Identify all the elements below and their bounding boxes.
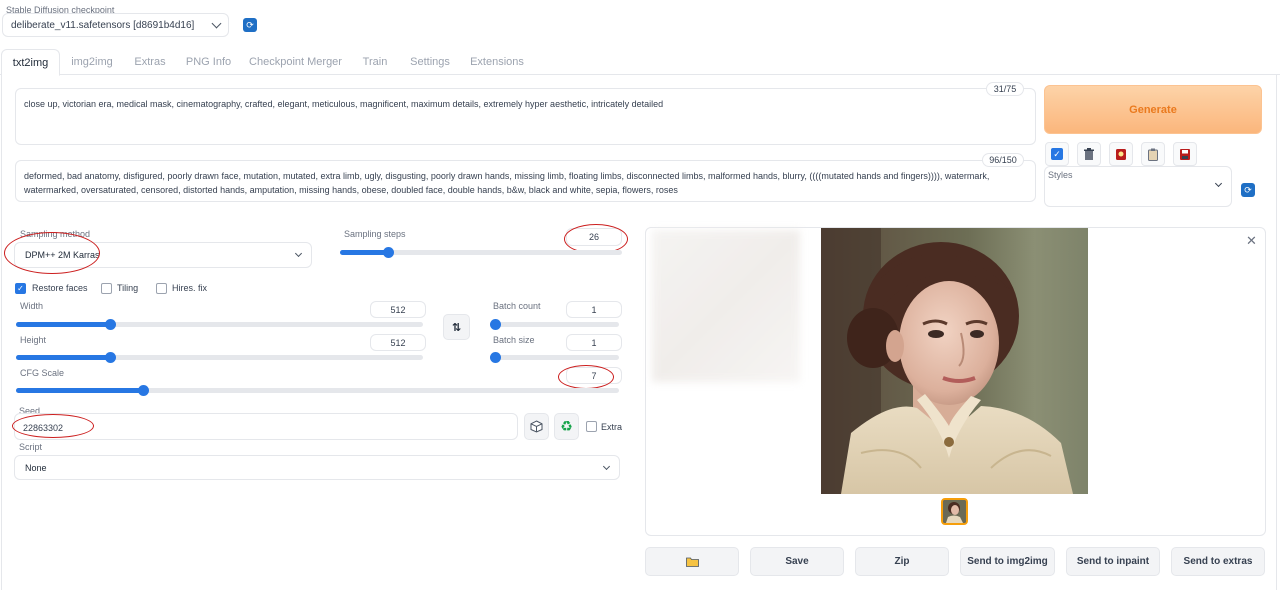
tab-checkpoint-merger[interactable]: Checkpoint Merger bbox=[243, 49, 348, 75]
generate-button[interactable]: Generate bbox=[1044, 85, 1262, 134]
batch-count-label: Batch count bbox=[493, 301, 541, 311]
clipboard-icon bbox=[1148, 148, 1158, 161]
tab-settings[interactable]: Settings bbox=[402, 49, 458, 75]
script-select[interactable]: None bbox=[14, 455, 620, 480]
batch-count-slider[interactable] bbox=[490, 319, 619, 330]
zip-button[interactable]: Zip bbox=[855, 547, 949, 576]
height-input[interactable]: 512 bbox=[370, 334, 426, 351]
height-label: Height bbox=[20, 335, 47, 345]
swap-arrows-icon: ⇅ bbox=[451, 321, 462, 334]
tool-button-extra-networks[interactable] bbox=[1109, 142, 1133, 166]
dice-icon bbox=[530, 420, 543, 433]
trash-icon bbox=[1084, 147, 1094, 160]
thumbnail-image bbox=[943, 500, 966, 523]
recycle-icon: ♻ bbox=[560, 418, 573, 434]
batch-count-slider-thumb[interactable] bbox=[490, 319, 501, 330]
refresh-icon: ⟳ bbox=[246, 19, 254, 30]
cfg-scale-slider[interactable] bbox=[16, 385, 619, 396]
reuse-seed-button[interactable]: ♻ bbox=[554, 413, 579, 440]
prompt-input[interactable]: close up, victorian era, medical mask, c… bbox=[15, 88, 1036, 145]
annotation-circle-seed bbox=[12, 414, 94, 438]
restore-faces-label: Restore faces bbox=[32, 283, 88, 293]
height-slider-fill bbox=[16, 355, 110, 360]
batch-size-slider[interactable] bbox=[490, 352, 619, 363]
tool-button-save-style[interactable] bbox=[1173, 142, 1197, 166]
negative-prompt-input[interactable]: deformed, bad anatomy, disfigured, poorl… bbox=[15, 160, 1036, 202]
extra-seed-checkbox[interactable] bbox=[586, 421, 597, 432]
sampling-steps-slider[interactable] bbox=[340, 247, 622, 258]
save-disk-icon bbox=[1180, 148, 1190, 160]
width-slider-thumb[interactable] bbox=[105, 319, 116, 330]
restore-faces-checkbox[interactable]: ✓ bbox=[15, 283, 26, 294]
open-folder-button[interactable] bbox=[645, 547, 739, 576]
annotation-circle-cfg bbox=[558, 365, 614, 389]
batch-size-input[interactable]: 1 bbox=[566, 334, 622, 351]
width-input[interactable]: 512 bbox=[370, 301, 426, 318]
tab-png-info[interactable]: PNG Info bbox=[180, 49, 237, 75]
chevron-down-icon bbox=[602, 462, 611, 470]
send-to-extras-button[interactable]: Send to extras bbox=[1171, 547, 1265, 576]
batch-count-input[interactable]: 1 bbox=[566, 301, 622, 318]
script-value: None bbox=[25, 462, 47, 473]
tab-img2img[interactable]: img2img bbox=[64, 49, 120, 75]
cfg-scale-slider-fill bbox=[16, 388, 143, 393]
batch-size-label: Batch size bbox=[493, 335, 535, 345]
batch-size-slider-thumb[interactable] bbox=[490, 352, 501, 363]
styles-label: Styles bbox=[1048, 170, 1073, 180]
sampling-steps-slider-fill bbox=[340, 250, 388, 255]
folder-icon bbox=[685, 557, 699, 567]
sampling-steps-slider-thumb[interactable] bbox=[383, 247, 394, 258]
red-card-icon bbox=[1116, 148, 1126, 160]
prompt-token-counter: 31/75 bbox=[986, 82, 1024, 96]
checkpoint-select[interactable]: deliberate_v11.safetensors [d8691b4d16] bbox=[2, 13, 229, 37]
extra-seed-label: Extra bbox=[601, 422, 623, 432]
tool-button-paste[interactable] bbox=[1141, 142, 1165, 166]
tab-extras[interactable]: Extras bbox=[126, 49, 174, 75]
annotation-circle-sampling-method bbox=[4, 232, 100, 274]
tool-button-check[interactable]: ✓ bbox=[1045, 142, 1069, 166]
blurred-preview-image bbox=[652, 230, 800, 382]
save-button[interactable]: Save bbox=[750, 547, 844, 576]
gallery-thumbnail[interactable] bbox=[941, 498, 968, 525]
refresh-styles-button[interactable]: ⟳ bbox=[1241, 183, 1255, 197]
tab-bar: txt2img img2img Extras PNG Info Checkpoi… bbox=[0, 49, 1280, 76]
cfg-scale-label: CFG Scale bbox=[20, 368, 65, 378]
send-to-inpaint-button[interactable]: Send to inpaint bbox=[1066, 547, 1160, 576]
swap-dimensions-button[interactable]: ⇅ bbox=[443, 314, 470, 340]
cfg-scale-slider-thumb[interactable] bbox=[138, 385, 149, 396]
generated-image[interactable] bbox=[821, 228, 1088, 494]
tiling-checkbox[interactable] bbox=[101, 283, 112, 294]
random-seed-button[interactable] bbox=[524, 413, 549, 440]
sampling-steps-label: Sampling steps bbox=[344, 229, 406, 239]
chevron-down-icon bbox=[294, 249, 303, 258]
refresh-icon: ⟳ bbox=[1244, 184, 1252, 195]
tab-train[interactable]: Train bbox=[355, 49, 395, 75]
portrait-image bbox=[821, 228, 1088, 494]
chevron-down-icon bbox=[211, 18, 222, 29]
checkbox-icon: ✓ bbox=[1051, 148, 1063, 160]
tiling-label: Tiling bbox=[117, 283, 139, 293]
height-slider[interactable] bbox=[16, 352, 423, 363]
hires-fix-checkbox[interactable] bbox=[156, 283, 167, 294]
refresh-checkpoint-button[interactable]: ⟳ bbox=[243, 18, 257, 32]
script-label: Script bbox=[19, 442, 43, 452]
send-to-img2img-button[interactable]: Send to img2img bbox=[960, 547, 1055, 576]
width-slider-fill bbox=[16, 322, 110, 327]
tab-txt2img[interactable]: txt2img bbox=[1, 49, 60, 76]
width-slider[interactable] bbox=[16, 319, 423, 330]
negative-prompt-token-counter: 96/150 bbox=[982, 153, 1024, 167]
hires-fix-label: Hires. fix bbox=[172, 283, 208, 293]
close-gallery-icon[interactable]: ✕ bbox=[1246, 233, 1257, 249]
tool-button-clear[interactable] bbox=[1077, 142, 1101, 166]
width-label: Width bbox=[20, 301, 44, 311]
tab-extensions[interactable]: Extensions bbox=[465, 49, 529, 75]
checkpoint-value: deliberate_v11.safetensors [d8691b4d16] bbox=[11, 19, 195, 31]
height-slider-thumb[interactable] bbox=[105, 352, 116, 363]
